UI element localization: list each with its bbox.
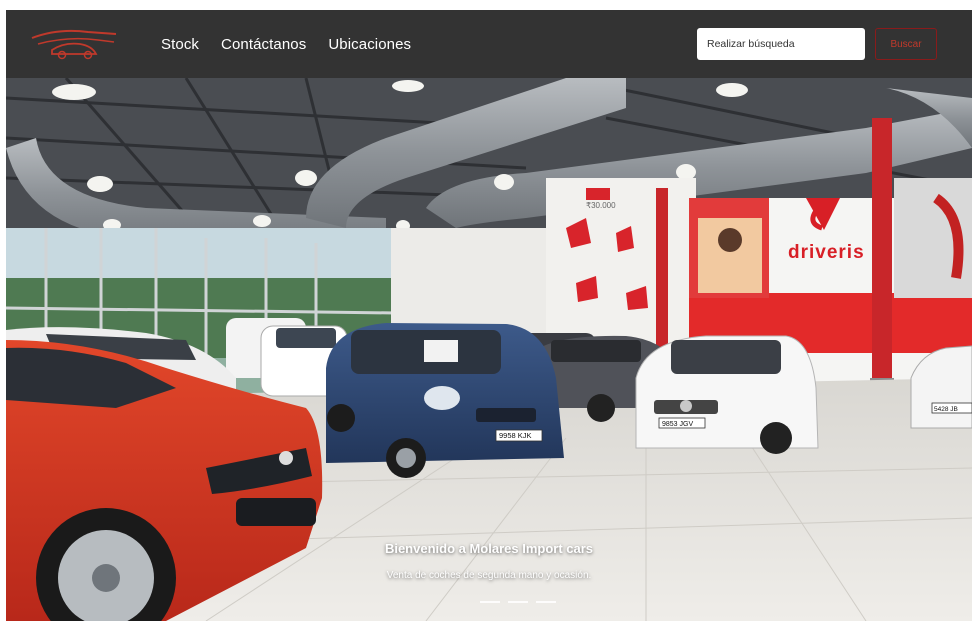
nav-links: Stock Contáctanos Ubicaciones: [161, 10, 411, 78]
navbar: Stock Contáctanos Ubicaciones Buscar: [6, 10, 972, 78]
plate-mercedes: 9853 JGV: [662, 421, 693, 428]
hero-carousel[interactable]: ₹30.000 driveris 9853 JGV 5428 JB 9958 K…: [6, 78, 972, 621]
search-button[interactable]: Buscar: [875, 28, 937, 60]
carousel-indicators: [480, 601, 556, 603]
logo-icon[interactable]: [28, 24, 120, 62]
plate-mini: 5428 JB: [934, 406, 958, 413]
nav-item-stock[interactable]: Stock: [161, 36, 199, 53]
showroom-image: ₹30.000 driveris 9853 JGV 5428 JB 9958 K…: [6, 78, 972, 621]
hero-subtitle: Venta de coches de segunda mano y ocasió…: [386, 570, 592, 581]
carousel-indicator-2[interactable]: [508, 601, 528, 603]
hero-caption: Bienvenido a Molares Import cars Venta d…: [6, 541, 972, 581]
carousel-indicator-1[interactable]: [480, 601, 500, 603]
nav-item-ubicaciones[interactable]: Ubicaciones: [328, 36, 411, 53]
carousel-indicator-3[interactable]: [536, 601, 556, 603]
brand-sign: driveris: [788, 242, 865, 263]
nav-item-contactanos[interactable]: Contáctanos: [221, 36, 306, 53]
page-frame: Stock Contáctanos Ubicaciones Buscar: [6, 10, 972, 621]
search-input[interactable]: [697, 28, 865, 60]
plate-fiat: 9958 KJK: [499, 431, 532, 440]
hero-title: Bienvenido a Molares Import cars: [384, 541, 594, 556]
price-sign: ₹30.000: [586, 201, 616, 210]
